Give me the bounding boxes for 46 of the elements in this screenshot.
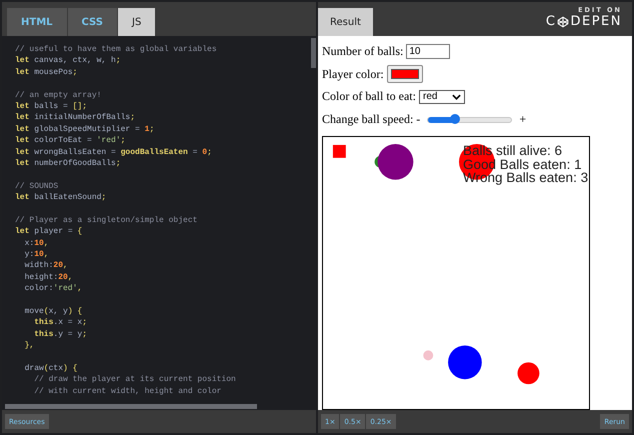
editor-tab[interactable]: HTML (7, 8, 67, 36)
vertical-scrollbar-thumb[interactable] (311, 38, 316, 68)
code-line: this.x = x; (33, 317, 88, 329)
code-line: height:20, (24, 272, 74, 284)
cube-logo-icon (557, 16, 570, 28)
code-line: let player = { (15, 226, 84, 238)
editor-tab[interactable]: JS (118, 8, 156, 36)
field-label: Change ball speed: - (322, 112, 420, 128)
code-line: draw(ctx) { (24, 362, 78, 374)
number-input[interactable]: 10 (406, 44, 450, 59)
plus-label: + (519, 112, 526, 128)
code-line: width:20, (24, 260, 69, 272)
horizontal-scrollbar-thumb[interactable] (5, 404, 257, 409)
code-line: // with current width, height and color (33, 386, 222, 398)
code-line: y:10, (24, 249, 50, 260)
game-stat: Balls still alive: 6 (463, 144, 564, 158)
code-line: color:'red', (24, 283, 84, 295)
code-line: let mousePos; (15, 66, 78, 78)
code-line: // SOUNDS (15, 180, 60, 192)
result-tab[interactable]: Result (318, 8, 373, 36)
color-picker[interactable] (386, 65, 423, 84)
code-line: let balls = []; (15, 100, 88, 112)
logo-letter: C (546, 14, 556, 29)
code-line: let initialNumberOfBalls; (15, 112, 136, 124)
code-line: // useful to have them as global variables (15, 44, 218, 56)
code-line: // an empty array! (15, 90, 102, 101)
code-line: move(x, y) { (24, 306, 84, 318)
field-label: Player color: (322, 66, 384, 82)
code-line: let canvas, ctx, w, h; (15, 55, 122, 67)
code-line: let globalSpeedMutiplier = 1; (15, 124, 156, 136)
chevron-down-icon (452, 94, 461, 100)
code-line: let colorToEat = 'red'; (15, 135, 126, 147)
code-line: this.y = y; (33, 328, 88, 340)
color-select[interactable]: red (418, 90, 465, 104)
code-line: let ballEatenSound; (15, 192, 108, 204)
logo-word: DEPEN (570, 14, 622, 29)
field-label: Color of ball to eat: (322, 89, 416, 104)
editor-tab[interactable]: CSS (68, 8, 117, 36)
code-line: let wrongBallsEaten = goodBallsEaten = 0; (15, 146, 213, 158)
field-label: Number of balls: (322, 44, 404, 59)
speed-slider[interactable] (427, 116, 512, 123)
code-line: // draw the player at its current position (33, 374, 237, 386)
code-line: }, (24, 340, 36, 352)
code-line: // Player as a singleton/simple object (15, 214, 198, 226)
code-line: x:10, (24, 238, 50, 250)
code-line: let numberOfGoodBalls; (15, 158, 122, 170)
